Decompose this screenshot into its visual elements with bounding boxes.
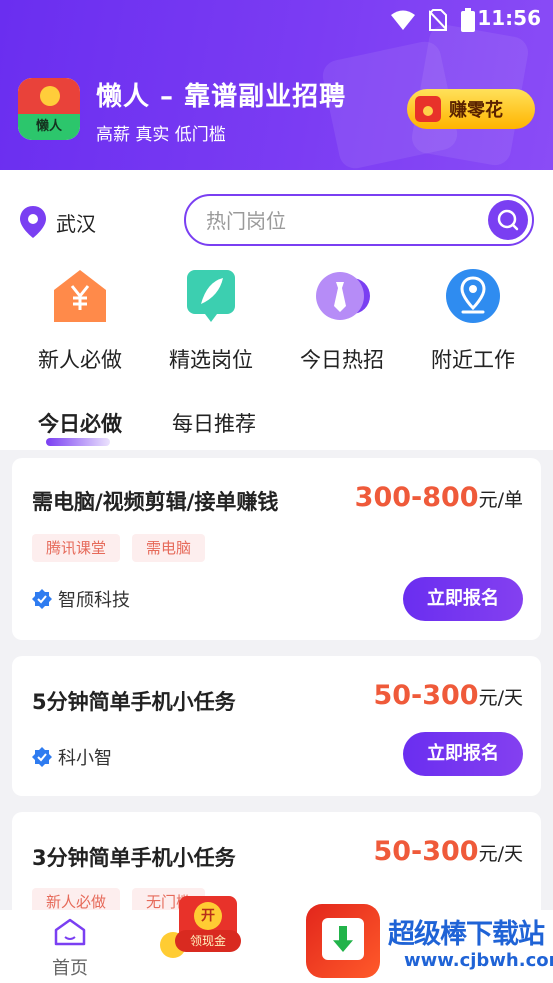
job-title: 3分钟简单手机小任务 xyxy=(32,846,236,870)
company-name: 智颀科技 xyxy=(58,590,130,611)
coin-icon xyxy=(40,86,60,106)
tie-icon xyxy=(316,272,370,320)
salary-unit: 元/天 xyxy=(478,687,523,709)
job-company: 智颀科技 xyxy=(32,586,130,612)
nav-home[interactable]: 首页 xyxy=(42,918,98,980)
location-city: 武汉 xyxy=(56,211,96,236)
job-tabs: 今日必做 每日推荐 xyxy=(0,402,553,450)
job-title: 5分钟简单手机小任务 xyxy=(32,690,236,714)
search-button[interactable] xyxy=(488,200,528,240)
category-label: 精选岗位 xyxy=(169,348,253,372)
job-card[interactable]: 需电脑/视频剪辑/接单赚钱 300-800 元/单 腾讯课堂 需电脑 智颀科技 … xyxy=(12,458,541,640)
salary-range: 50-300 xyxy=(373,836,479,867)
battery-icon xyxy=(461,8,475,32)
app-title: 懒人 – 靠谱副业招聘 xyxy=(96,82,347,112)
job-tag: 需电脑 xyxy=(132,534,206,562)
salary-unit: 元/天 xyxy=(478,843,523,865)
app-subtitle: 高薪 真实 低门槛 xyxy=(96,125,226,145)
home-icon xyxy=(54,918,86,946)
category-nearby[interactable]: 附近工作 xyxy=(413,268,533,378)
job-tags: 腾讯课堂 需电脑 xyxy=(32,534,206,562)
job-salary: 50-300 元/天 xyxy=(373,680,523,711)
category-label: 今日热招 xyxy=(300,348,384,372)
red-envelope-icon xyxy=(415,96,441,122)
verified-badge-icon xyxy=(32,589,52,609)
app-logo-label: 懒人 xyxy=(18,114,80,140)
app-header: 11:56 懒人 懒人 – 靠谱副业招聘 高薪 真实 低门槛 赚零花 xyxy=(0,0,553,170)
job-company: 科小智 xyxy=(32,744,112,770)
status-bar: 11:56 xyxy=(0,0,553,38)
apply-now-button[interactable]: 立即报名 xyxy=(403,577,523,621)
status-time: 11:56 xyxy=(477,6,541,30)
job-salary: 300-800 元/单 xyxy=(355,482,523,513)
tab-daily-recommend[interactable]: 每日推荐 xyxy=(172,408,256,438)
search-input[interactable] xyxy=(206,206,476,236)
search-icon xyxy=(497,209,519,231)
tab-indicator xyxy=(46,438,110,446)
earn-button-label: 赚零花 xyxy=(449,100,503,121)
salary-range: 50-300 xyxy=(373,680,479,711)
category-featured[interactable]: 精选岗位 xyxy=(151,268,271,378)
nav-home-label: 首页 xyxy=(52,958,88,979)
job-tag: 腾讯课堂 xyxy=(32,534,121,562)
watermark-logo xyxy=(306,904,380,978)
location-pin-icon xyxy=(20,206,46,238)
job-title: 需电脑/视频剪辑/接单赚钱 xyxy=(32,490,279,514)
watermark-text: 超级棒下载站 xyxy=(388,919,545,950)
category-newcomer[interactable]: 新人必做 xyxy=(20,268,140,378)
company-name: 科小智 xyxy=(58,748,112,769)
app-logo: 懒人 xyxy=(18,78,80,140)
location-selector[interactable]: 武汉 xyxy=(20,206,96,238)
earn-pocket-money-button[interactable]: 赚零花 xyxy=(407,89,535,129)
category-row: 新人必做 精选岗位 今日热招 附近工作 xyxy=(0,268,553,378)
salary-unit: 元/单 xyxy=(478,489,523,511)
nav-claim-cash[interactable]: 开 领现金 xyxy=(175,896,241,968)
category-label: 附近工作 xyxy=(431,348,515,372)
feather-book-icon xyxy=(187,270,235,322)
verified-badge-icon xyxy=(32,747,52,767)
status-icons xyxy=(391,8,475,32)
yuan-house-icon xyxy=(54,270,106,322)
wifi-icon xyxy=(391,10,415,30)
watermark-url: www.cjbwh.com xyxy=(404,950,553,971)
salary-range: 300-800 xyxy=(354,482,479,513)
main-panel: 武汉 新人必做 精选岗位 xyxy=(0,170,553,450)
job-salary: 50-300 元/天 xyxy=(373,836,523,867)
tab-today-must-do[interactable]: 今日必做 xyxy=(38,408,122,438)
job-card[interactable]: 5分钟简单手机小任务 50-300 元/天 科小智 立即报名 xyxy=(12,656,541,796)
category-label: 新人必做 xyxy=(38,348,122,372)
location-pin-icon xyxy=(446,269,500,323)
search-bar xyxy=(184,194,534,246)
apply-now-button[interactable]: 立即报名 xyxy=(403,732,523,776)
claim-cash-label: 领现金 xyxy=(175,930,241,952)
no-sim-icon xyxy=(429,9,447,31)
open-envelope-label: 开 xyxy=(194,902,222,930)
category-hot[interactable]: 今日热招 xyxy=(282,268,402,378)
